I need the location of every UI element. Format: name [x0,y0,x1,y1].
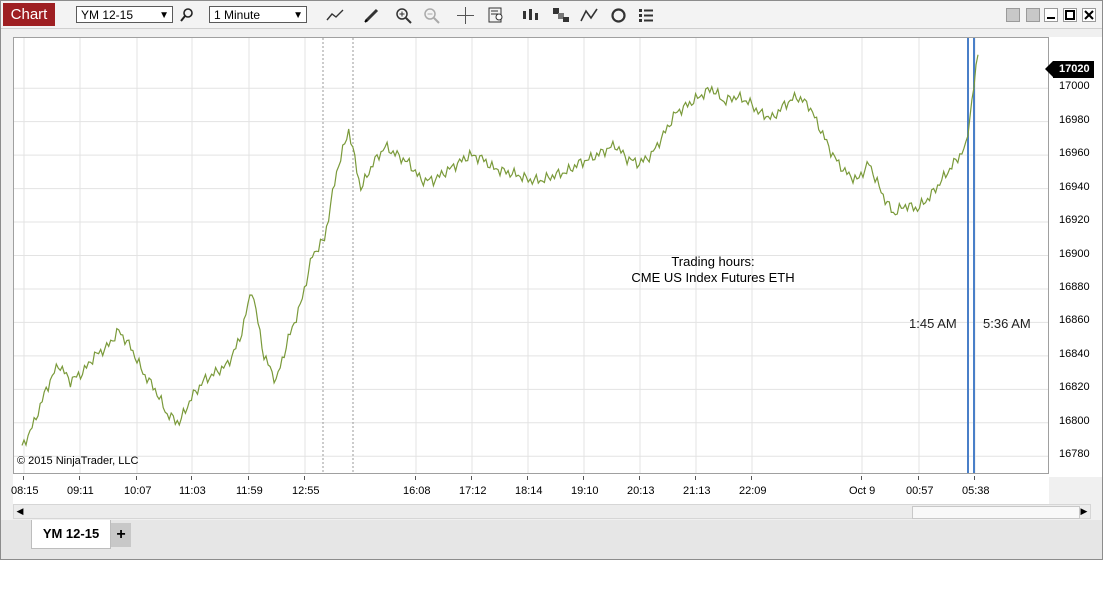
x-tick-label: 20:13 [627,485,655,497]
reload-icon[interactable] [608,5,628,25]
x-tick-mark [415,476,416,480]
price-chart [14,38,1048,473]
crosshair-icon[interactable] [455,5,475,25]
y-tick-label: 16820 [1059,381,1090,394]
x-tick-mark [471,476,472,480]
x-tick-label: 19:10 [571,485,599,497]
x-tick-label: 10:07 [124,485,152,497]
y-tick-label: 16960 [1059,147,1090,160]
chart-style-icon[interactable] [551,5,571,25]
add-tab-button[interactable]: + [111,523,131,547]
chevron-down-icon: ▼ [293,10,303,21]
x-tick-label: 00:57 [906,485,934,497]
scroll-left-icon[interactable]: ◀ [14,505,26,518]
line-chart-icon[interactable] [325,5,345,25]
search-icon[interactable] [177,5,197,25]
drawing-tools-icon[interactable] [579,5,599,25]
x-tick-mark [974,476,975,480]
chevron-down-icon: ▼ [159,10,169,21]
trading-hours-text: Trading hours: CME US Index Futures ETH [601,254,825,286]
bar-style-icon[interactable] [520,5,540,25]
x-tick-mark [527,476,528,480]
chart-window: Chart YM 12-15 ▼ 1 Minute ▼ 16780 16800 … [0,0,1103,560]
y-tick-label: 16860 [1059,314,1090,327]
y-tick-label: 16920 [1059,214,1090,227]
x-tick-mark [695,476,696,480]
y-tick-label: 16840 [1059,347,1090,360]
chart-scrollbar[interactable]: ◀ ▶ [13,504,1091,519]
chart-plot-area[interactable] [13,37,1049,474]
x-tick-mark [639,476,640,480]
copyright-text: © 2015 NinjaTrader, LLC [17,455,139,467]
x-tick-label: 12:55 [292,485,320,497]
properties-icon[interactable] [636,5,656,25]
x-tick-mark [248,476,249,480]
minimize-icon[interactable] [1044,8,1058,22]
x-tick-label: Oct 9 [849,485,876,497]
y-tick-label: 16900 [1059,247,1090,260]
price-axis[interactable]: 16780 16800 16820 16840 16860 16880 16900 16920… [1049,37,1102,477]
last-price-tag: 17020 [1045,61,1094,78]
y-tick-label: 16980 [1059,113,1090,126]
x-tick-mark [79,476,80,480]
y-tick-label: 16800 [1059,414,1090,427]
interval-value: 1 Minute [214,8,261,22]
x-tick-label: 17:12 [459,485,487,497]
instrument-value: YM 12-15 [81,8,134,22]
x-tick-mark [751,476,752,480]
x-tick-label: 16:08 [403,485,431,497]
x-tick-label: 21:13 [683,485,711,497]
time-axis[interactable]: 08:15 09:11 10:07 11:03 11:59 12:55 16:08 17:12… [11,474,1049,504]
x-tick-mark [918,476,919,480]
x-tick-mark [861,476,862,480]
window-option-button[interactable] [1006,8,1020,22]
x-tick-mark [304,476,305,480]
x-tick-label: 22:09 [739,485,767,497]
instrument-select[interactable]: YM 12-15 ▼ [76,6,173,23]
tab-ym-12-15[interactable]: YM 12-15 [31,520,111,549]
session-end-label: 5:36 AM [983,316,1031,331]
x-tick-label: 08:15 [11,485,39,497]
x-tick-label: 05:38 [962,485,990,497]
toolbar: Chart YM 12-15 ▼ 1 Minute ▼ [1,1,1102,29]
app-title[interactable]: Chart [3,3,55,26]
x-tick-label: 11:59 [236,485,263,497]
data-box-icon[interactable] [486,5,506,25]
restore-icon[interactable] [1063,8,1077,22]
close-icon[interactable] [1082,8,1096,22]
x-tick-mark [136,476,137,480]
trading-hours-line1: Trading hours: [671,254,755,269]
y-tick-label: 16880 [1059,280,1090,293]
x-tick-mark [191,476,192,480]
zoom-out-icon[interactable] [421,5,441,25]
session-start-label: 1:45 AM [909,316,957,331]
scroll-right-icon[interactable]: ▶ [1078,505,1090,518]
x-tick-label: 18:14 [515,485,543,497]
scroll-thumb[interactable] [912,506,1080,519]
y-tick-label: 16940 [1059,180,1090,193]
x-tick-label: 09:11 [67,485,94,497]
price-series-line [21,54,979,448]
x-tick-label: 11:03 [179,485,206,497]
pencil-icon[interactable] [362,5,382,25]
y-tick-label: 17000 [1059,80,1090,93]
window-option-button[interactable] [1026,8,1040,22]
x-tick-mark [583,476,584,480]
interval-select[interactable]: 1 Minute ▼ [209,6,307,23]
x-tick-mark [23,476,24,480]
trading-hours-line2: CME US Index Futures ETH [631,270,795,285]
zoom-in-icon[interactable] [393,5,413,25]
y-tick-label: 16780 [1059,448,1090,461]
tab-bar: YM 12-15 + [1,520,1102,559]
